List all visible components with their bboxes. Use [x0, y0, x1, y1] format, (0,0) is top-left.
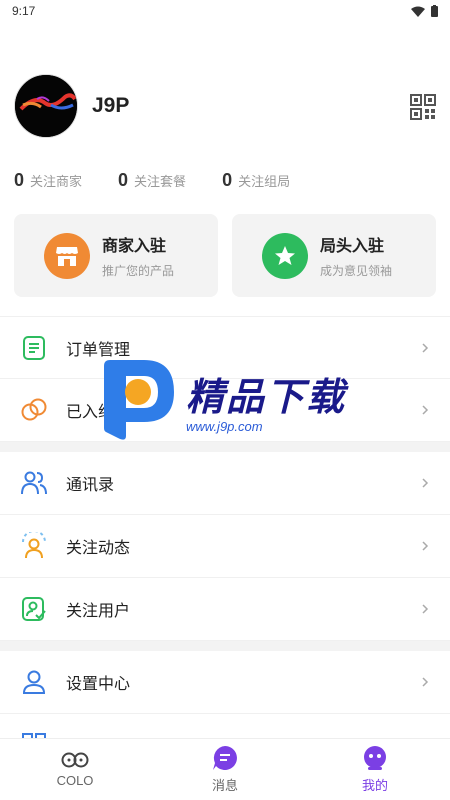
wifi-icon — [411, 6, 425, 17]
user-check-icon — [20, 595, 48, 623]
rings-icon — [20, 396, 48, 424]
store-icon — [44, 232, 90, 279]
leader-join-card[interactable]: 局头入驻 成为意见领袖 — [232, 214, 436, 297]
star-icon — [262, 232, 308, 279]
stat-followed-groups[interactable]: 0 关注组局 — [222, 170, 290, 191]
message-icon — [213, 746, 237, 770]
stat-label: 关注组局 — [238, 173, 291, 189]
chevron-right-icon — [422, 405, 429, 415]
chevron-right-icon — [422, 478, 429, 488]
profile-header: J9P — [14, 74, 436, 138]
follow-stats: 0 关注商家 0 关注套餐 0 关注组局 — [14, 168, 436, 192]
watermark-url: www.j9p.com — [186, 419, 263, 434]
battery-icon — [431, 5, 438, 17]
menu-item-label: 关注用户 — [66, 603, 131, 620]
menu-item-settings[interactable]: 设置中心 — [0, 651, 450, 714]
tab-label: 我的 — [361, 778, 388, 793]
tab-mine[interactable]: 我的 — [300, 739, 450, 800]
chevron-right-icon — [422, 604, 429, 614]
menu-item-label: 关注动态 — [66, 540, 131, 557]
stat-count: 0 — [222, 169, 233, 190]
stat-count: 0 — [14, 169, 25, 190]
stat-label: 关注套餐 — [134, 173, 187, 189]
infinity-icon — [61, 752, 89, 768]
menu-item-followed-activity[interactable]: 关注动态 — [0, 515, 450, 578]
chevron-right-icon — [422, 342, 429, 353]
status-icons — [411, 5, 438, 17]
tab-label: COLO — [56, 773, 94, 788]
contacts-icon — [20, 469, 48, 497]
watermark-title: 精品下载 — [186, 377, 347, 419]
stat-count: 0 — [118, 169, 129, 190]
section-divider — [0, 641, 450, 651]
card-title: 局头入驻 — [320, 238, 385, 255]
stat-followed-merchants[interactable]: 0 关注商家 — [14, 170, 82, 191]
stat-label: 关注商家 — [30, 173, 83, 189]
activity-icon — [20, 532, 48, 560]
card-title: 商家入驻 — [102, 238, 167, 255]
menu-item-followed-users[interactable]: 关注用户 — [0, 578, 450, 641]
avatar[interactable] — [14, 74, 78, 138]
card-subtitle: 推广您的产品 — [102, 264, 175, 278]
qr-code-icon[interactable] — [410, 94, 436, 120]
order-list-icon — [20, 334, 48, 362]
menu-item-label: 设置中心 — [66, 676, 131, 693]
stat-followed-packages[interactable]: 0 关注套餐 — [118, 170, 186, 191]
bottom-tab-bar: COLO 消息 我的 — [0, 738, 450, 800]
chevron-right-icon — [422, 677, 429, 687]
tab-label: 消息 — [211, 778, 238, 793]
status-time: 9:17 — [12, 4, 36, 18]
card-subtitle: 成为意见领袖 — [320, 264, 393, 278]
menu-item-label: 通讯录 — [66, 477, 115, 494]
username: J9P — [92, 94, 130, 117]
merchant-join-card[interactable]: 商家入驻 推广您的产品 — [14, 214, 218, 297]
tab-colo[interactable]: COLO — [0, 739, 150, 800]
profile-face-icon — [364, 746, 386, 770]
tab-messages[interactable]: 消息 — [150, 739, 300, 800]
watermark-logo: 精品下载 www.j9p.com — [100, 355, 360, 445]
status-bar: 9:17 — [0, 0, 450, 22]
brand-logo-icon — [104, 360, 174, 440]
menu-item-contacts[interactable]: 通讯录 — [0, 452, 450, 515]
chevron-right-icon — [422, 541, 429, 551]
join-cards: 商家入驻 推广您的产品 局头入驻 成为意见领袖 — [14, 214, 436, 297]
user-settings-icon — [20, 668, 48, 696]
